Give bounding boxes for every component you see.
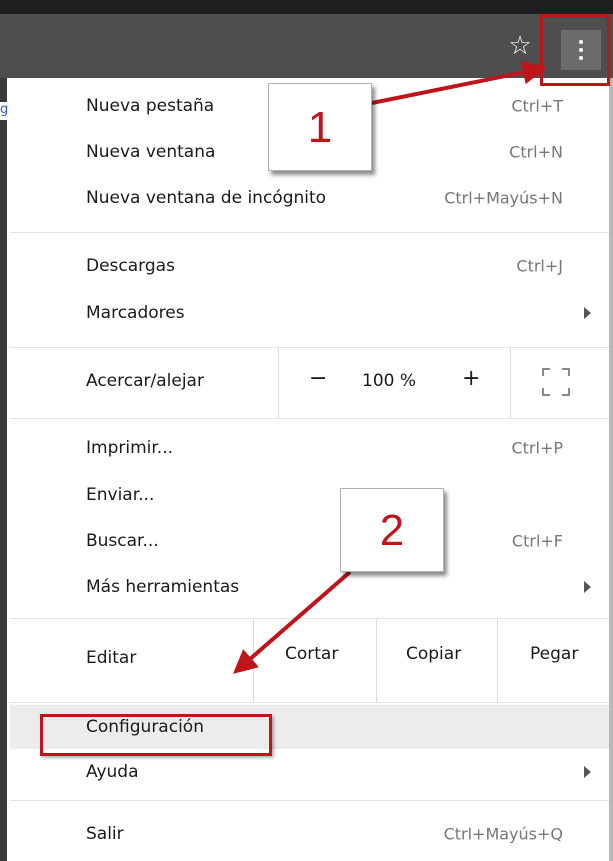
zoom-in-button[interactable]: + (462, 366, 480, 391)
page-left-edge (0, 78, 7, 861)
step-2-callout: 2 (340, 488, 444, 572)
menu-item-shortcut: Ctrl+Mayús+Q (443, 824, 563, 844)
submenu-arrow-icon (584, 766, 591, 778)
menu-item-label: Ayuda (86, 762, 139, 782)
menu-item-label: Más herramientas (86, 577, 240, 597)
menu-item-shortcut: Ctrl+F (511, 531, 563, 551)
cut-button[interactable]: Cortar (285, 644, 338, 664)
menu-item-label: Nueva pestaña (86, 96, 215, 116)
zoom-label: Acercar/alejar (86, 371, 204, 391)
menu-item-shortcut: Ctrl+P (511, 438, 563, 458)
annotation-highlight-configuracion (40, 714, 272, 756)
menu-item-label: Buscar... (86, 531, 159, 551)
menu-item-label: Nueva ventana de incógnito (86, 188, 327, 208)
zoom-row: Acercar/alejar − 100 % + (10, 348, 609, 418)
page-text-fragment: g (0, 102, 10, 120)
star-icon[interactable]: ☆ (505, 28, 535, 64)
menu-separator (10, 418, 609, 419)
menu-item-label: Nueva ventana (86, 142, 216, 162)
menu-item-label: Imprimir... (86, 438, 174, 458)
annotation-highlight-menu-button (540, 14, 610, 86)
paste-button[interactable]: Pegar (530, 644, 578, 664)
menu-right-edge (609, 78, 613, 861)
menu-separator (10, 800, 609, 801)
edit-row: Editar Cortar Copiar Pegar (10, 618, 609, 702)
menu-item-enviar[interactable]: Enviar... (10, 471, 609, 519)
menu-item-shortcut: Ctrl+N (509, 142, 563, 162)
menu-item-salir[interactable]: Salir Ctrl+Mayús+Q (10, 810, 609, 858)
zoom-out-button[interactable]: − (309, 366, 327, 391)
menu-item-marcadores[interactable]: Marcadores (10, 289, 609, 337)
zoom-level: 100 % (362, 371, 417, 391)
window-top-bar (0, 0, 613, 14)
step-1-callout: 1 (268, 83, 372, 171)
menu-item-shortcut: Ctrl+J (516, 256, 563, 276)
menu-item-descargas[interactable]: Descargas Ctrl+J (10, 242, 609, 290)
edit-label: Editar (86, 648, 137, 668)
menu-item-shortcut: Ctrl+T (511, 96, 563, 116)
menu-item-label: Descargas (86, 256, 175, 276)
menu-item-shortcut: Ctrl+Mayús+N (444, 188, 563, 208)
submenu-arrow-icon (584, 581, 591, 593)
menu-item-mas-herramientas[interactable]: Más herramientas (10, 563, 609, 611)
menu-item-label: Enviar... (86, 485, 155, 505)
menu-separator (10, 702, 609, 703)
submenu-arrow-icon (584, 307, 591, 319)
menu-item-incognito[interactable]: Nueva ventana de incógnito Ctrl+Mayús+N (10, 174, 609, 222)
menu-item-label: Salir (86, 824, 124, 844)
menu-item-imprimir[interactable]: Imprimir... Ctrl+P (10, 424, 609, 472)
fullscreen-icon[interactable] (542, 368, 570, 396)
menu-separator (10, 232, 609, 233)
menu-item-label: Marcadores (86, 303, 185, 323)
menu-item-buscar[interactable]: Buscar... Ctrl+F (10, 517, 609, 565)
copy-button[interactable]: Copiar (406, 644, 461, 664)
